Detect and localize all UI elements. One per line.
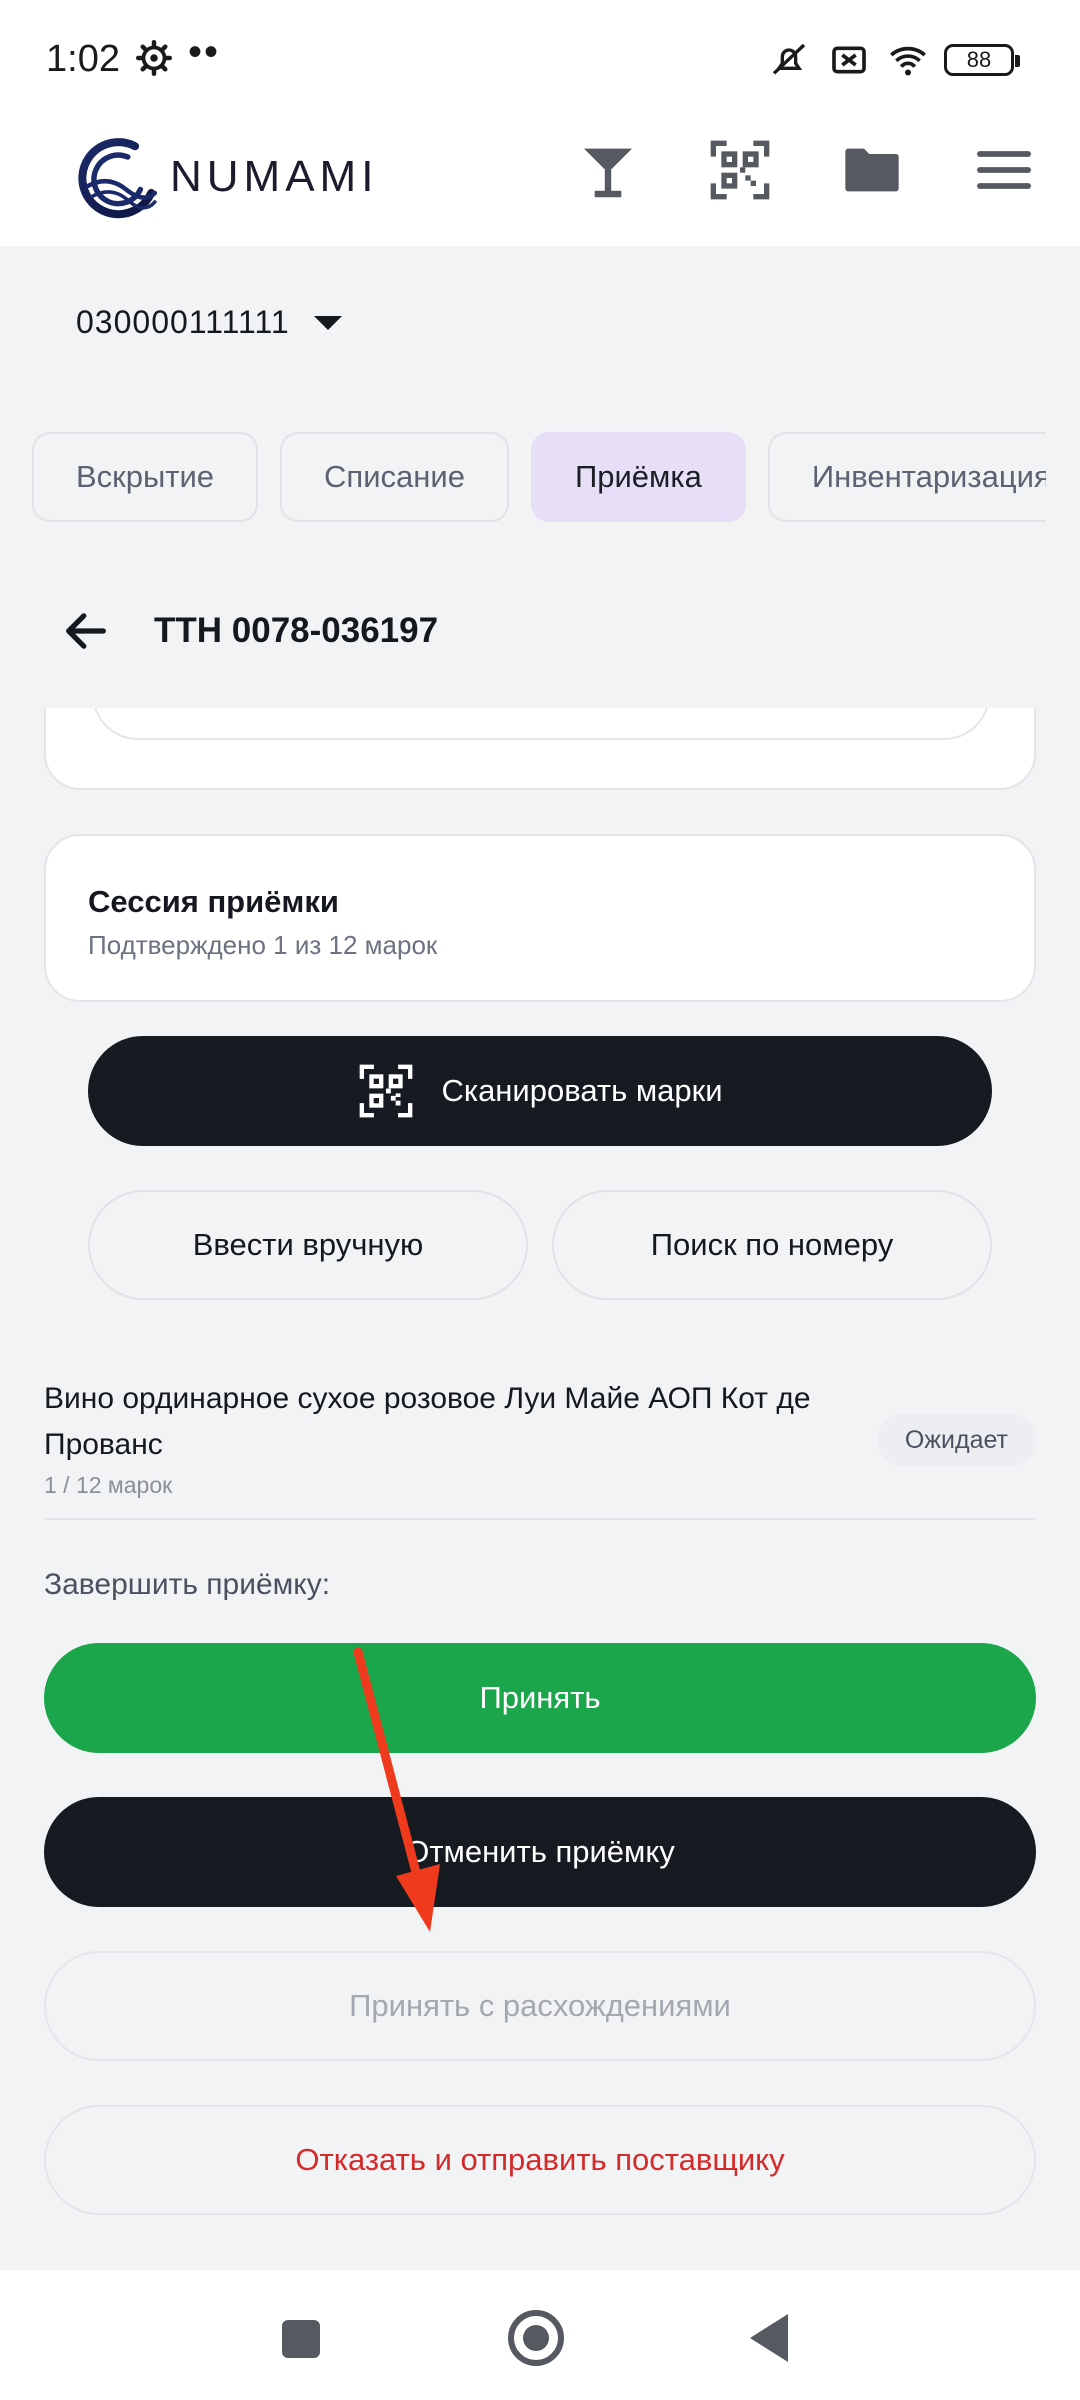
item-name: Вино ординарное сухое розовое Луи Майе А… xyxy=(44,1382,811,1461)
accept-button[interactable]: Принять xyxy=(44,1643,1036,1753)
qr-scan-icon[interactable] xyxy=(708,138,772,202)
menu-icon[interactable] xyxy=(972,138,1036,202)
page-title: ТТН 0078-036197 xyxy=(154,611,439,650)
app-header: NUMAMI xyxy=(0,110,1080,246)
document-header: ТТН 0078-036197 xyxy=(60,596,438,666)
list-item[interactable]: Вино ординарное сухое розовое Луи Майе А… xyxy=(44,1376,1036,1499)
reject-and-return-button[interactable]: Отказать и отправить поставщику xyxy=(44,2105,1036,2215)
more-notifications-icon: •• xyxy=(188,30,221,74)
annotation-arrow-icon xyxy=(353,1647,440,1932)
gear-icon xyxy=(136,40,172,76)
scan-marks-label: Сканировать марки xyxy=(441,1073,723,1108)
recents-icon[interactable] xyxy=(282,2320,320,2358)
cocktail-glass-icon[interactable] xyxy=(576,138,640,202)
session-title: Сессия приёмки xyxy=(88,884,339,919)
org-selector[interactable]: 030000111111 xyxy=(76,304,342,341)
session-card: Сессия приёмки Подтверждено 1 из 12 маро… xyxy=(44,834,1036,1002)
folder-icon[interactable] xyxy=(840,138,904,202)
status-bar: 1:02 •• 88 xyxy=(0,0,1080,110)
scan-marks-button[interactable]: Сканировать марки xyxy=(88,1036,992,1146)
qr-scan-icon xyxy=(360,1064,413,1118)
session-subtitle: Подтверждено 1 из 12 марок xyxy=(88,930,438,960)
divider xyxy=(44,1518,1036,1520)
numami-logo xyxy=(78,138,158,219)
home-icon[interactable] xyxy=(508,2310,564,2366)
tab-spisanie[interactable]: Списание xyxy=(280,432,509,522)
tab-vskrytie[interactable]: Вскрытие xyxy=(32,432,259,522)
tab-priemka[interactable]: Приёмка xyxy=(530,432,746,522)
previous-card xyxy=(44,708,1036,790)
system-nav-bar xyxy=(0,2270,1080,2400)
item-count: 1 / 12 марок xyxy=(44,1472,173,1498)
cancel-receiving-button[interactable]: Отменить приёмку xyxy=(44,1797,1036,1907)
clock: 1:02 xyxy=(46,38,120,80)
caret-down-icon xyxy=(313,315,342,330)
back-triangle-icon[interactable] xyxy=(750,2314,788,2362)
accept-with-discrepancies-button[interactable]: Принять с расхождениями xyxy=(44,1951,1036,2061)
search-by-number-button[interactable]: Поиск по номеру xyxy=(552,1190,992,1300)
wifi-icon xyxy=(890,46,926,76)
brand-name: NUMAMI xyxy=(170,152,379,201)
back-arrow-icon[interactable] xyxy=(60,605,112,657)
manual-entry-button[interactable]: Ввести вручную xyxy=(88,1190,528,1300)
finish-label: Завершить приёмку: xyxy=(44,1568,331,1601)
tab-inventarizaciya[interactable]: Инвентаризация xyxy=(767,432,1046,522)
battery-icon: 88 xyxy=(944,44,1020,76)
tab-bar: Вскрытие Списание Приёмка Инвентаризация xyxy=(32,432,1046,522)
sim-off-icon xyxy=(832,46,866,74)
mute-icon xyxy=(772,43,806,75)
status-badge: Ожидает xyxy=(876,1414,1036,1466)
org-selector-value: 030000111111 xyxy=(76,304,290,340)
previous-card-field xyxy=(92,708,990,740)
